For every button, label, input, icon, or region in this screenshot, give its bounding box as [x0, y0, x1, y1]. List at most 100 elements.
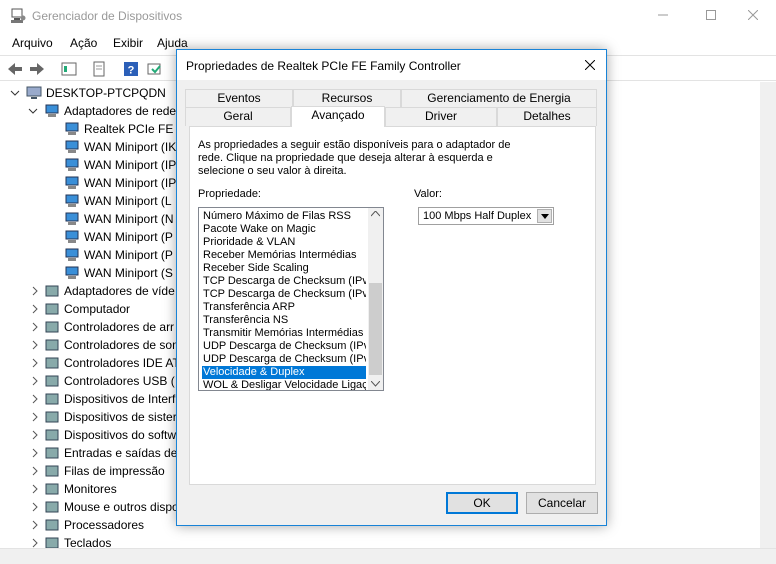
tree-root[interactable]: DESKTOP-PTCPQDN [26, 84, 166, 102]
expand-icon[interactable] [30, 538, 40, 548]
listbox-scrollbar[interactable] [368, 208, 383, 390]
property-list-item[interactable]: TCP Descarga de Checksum (IPv6 [202, 288, 366, 301]
property-label: Propriedade: [198, 188, 261, 200]
tree-item-network-adapter[interactable]: WAN Miniport (P [64, 246, 173, 264]
property-list-item[interactable]: Transferência ARP [202, 301, 366, 314]
tree-node-category[interactable]: Monitores [44, 480, 117, 498]
device-category-icon [45, 483, 59, 495]
property-list-item[interactable]: Prioridade & VLAN [202, 236, 366, 249]
tree-item-network-adapter[interactable]: WAN Miniport (IP [64, 156, 176, 174]
property-list-item[interactable]: WOL & Desligar Velocidade Ligação [202, 379, 366, 390]
expand-icon[interactable] [30, 466, 40, 476]
tree-item-network-adapter[interactable]: WAN Miniport (IK [64, 138, 176, 156]
tree-node-category[interactable]: Controladores de arr [44, 318, 174, 336]
menu-arquivo[interactable]: Arquivo [12, 36, 53, 50]
tree-node-category[interactable]: Entradas e saídas de [44, 444, 177, 462]
network-adapter-icon [65, 122, 79, 135]
device-category-icon [45, 519, 59, 531]
property-list-item[interactable]: Transferência NS [202, 314, 366, 327]
value-select[interactable]: 100 Mbps Half Duplex [418, 207, 554, 225]
help-icon[interactable]: ? [122, 60, 140, 78]
tab-recursos[interactable]: Recursos [293, 89, 401, 107]
expand-icon[interactable] [30, 502, 40, 512]
cancel-button[interactable]: Cancelar [526, 492, 598, 514]
expand-icon[interactable] [30, 430, 40, 440]
forward-arrow-icon[interactable] [28, 60, 46, 78]
tree-item-network-adapter[interactable]: WAN Miniport (L [64, 192, 172, 210]
property-list-item[interactable]: Velocidade & Duplex [202, 366, 366, 379]
tree-node-category[interactable]: Mouse e outros dispo [44, 498, 179, 516]
maximize-button[interactable] [688, 0, 734, 30]
expand-icon[interactable] [30, 394, 40, 404]
menu-acao[interactable]: Ação [70, 36, 97, 50]
network-adapter-icon [65, 140, 79, 153]
tree-node-label: Processadores [64, 518, 145, 532]
status-bar [0, 548, 776, 564]
property-list-item[interactable]: Receber Side Scaling [202, 262, 366, 275]
expand-icon[interactable] [30, 448, 40, 458]
expand-icon[interactable] [30, 376, 40, 386]
dropdown-button[interactable] [537, 209, 552, 223]
property-list-item[interactable]: Receber Memórias Intermédias [202, 249, 366, 262]
close-icon [585, 60, 595, 70]
tree-node-category[interactable]: Adaptadores de víde [44, 282, 175, 300]
vertical-scrollbar[interactable] [760, 82, 776, 548]
expand-icon[interactable] [30, 520, 40, 530]
scan-hardware-icon[interactable] [146, 60, 164, 78]
menu-ajuda[interactable]: Ajuda [157, 36, 188, 50]
property-listbox[interactable]: Número Máximo de Filas RSS Pacote Wake on… [198, 207, 384, 391]
ok-button[interactable]: OK [446, 492, 518, 514]
properties-view-icon[interactable] [60, 60, 78, 78]
tree-node-category[interactable]: Computador [44, 300, 130, 318]
expand-icon[interactable] [30, 322, 40, 332]
collapse-icon[interactable] [10, 88, 20, 98]
property-list-item[interactable]: UDP Descarga de Checksum (IPv6 [202, 353, 366, 366]
tree-node-category[interactable]: Dispositivos de Interf [44, 390, 175, 408]
tree-node-label: Computador [64, 302, 131, 316]
property-list-item[interactable]: Número Máximo de Filas RSS [202, 210, 366, 223]
tree-node-label: Dispositivos do softw [64, 428, 177, 442]
tree-node-category[interactable]: Controladores de son [44, 336, 179, 354]
expand-icon[interactable] [30, 304, 40, 314]
tree-node-category[interactable]: Processadores [44, 516, 144, 534]
tree-item-network-adapter[interactable]: WAN Miniport (IP [64, 174, 176, 192]
expand-icon[interactable] [30, 286, 40, 296]
document-icon[interactable] [90, 60, 108, 78]
tab-geral[interactable]: Geral [185, 107, 291, 126]
tab-gerenciamento-energia[interactable]: Gerenciamento de Energia [401, 89, 597, 107]
tree-item-network-adapter[interactable]: WAN Miniport (N [64, 210, 174, 228]
tree-node-network-adapters[interactable]: Adaptadores de rede [44, 102, 176, 120]
expand-icon[interactable] [30, 358, 40, 368]
tree-node-category[interactable]: Controladores IDE AT [44, 354, 180, 372]
menu-exibir[interactable]: Exibir [113, 36, 143, 50]
tree-item-network-adapter[interactable]: WAN Miniport (S [64, 264, 173, 282]
tree-node-category[interactable]: Filas de impressão [44, 462, 165, 480]
listbox-scroll-thumb[interactable] [369, 283, 382, 375]
close-button[interactable] [730, 0, 776, 30]
tree-node-category[interactable]: Teclados [44, 534, 111, 548]
expand-icon[interactable] [30, 412, 40, 422]
tab-avancado[interactable]: Avançado [291, 106, 385, 127]
tree-item-network-adapter[interactable]: WAN Miniport (P [64, 228, 173, 246]
expand-icon[interactable] [30, 340, 40, 350]
tree-node-category[interactable]: Dispositivos do softw [44, 426, 176, 444]
collapse-icon[interactable] [28, 106, 38, 116]
property-list-item[interactable]: TCP Descarga de Checksum (IPv4 [202, 275, 366, 288]
tab-detalhes[interactable]: Detalhes [497, 107, 597, 126]
back-arrow-icon[interactable] [6, 60, 24, 78]
tree-node-category[interactable]: Dispositivos de sister [44, 408, 177, 426]
scroll-up-icon[interactable] [371, 211, 380, 217]
minimize-button[interactable] [640, 0, 686, 30]
scroll-down-icon[interactable] [371, 381, 380, 387]
tab-driver[interactable]: Driver [385, 107, 497, 126]
tree-item-label: WAN Miniport (S [84, 266, 173, 280]
property-list-item[interactable]: Transmitir Memórias Intermédias [202, 327, 366, 340]
property-list-item[interactable]: UDP Descarga de Checksum (IPv4 [202, 340, 366, 353]
expand-icon[interactable] [30, 484, 40, 494]
minimize-icon [658, 14, 668, 16]
tree-item-network-adapter[interactable]: Realtek PCIe FE F [64, 120, 184, 138]
tree-node-category[interactable]: Controladores USB ( [44, 372, 175, 390]
tab-eventos[interactable]: Eventos [185, 89, 293, 107]
property-list-item[interactable]: Pacote Wake on Magic [202, 223, 366, 236]
dialog-close-button[interactable] [580, 55, 600, 75]
